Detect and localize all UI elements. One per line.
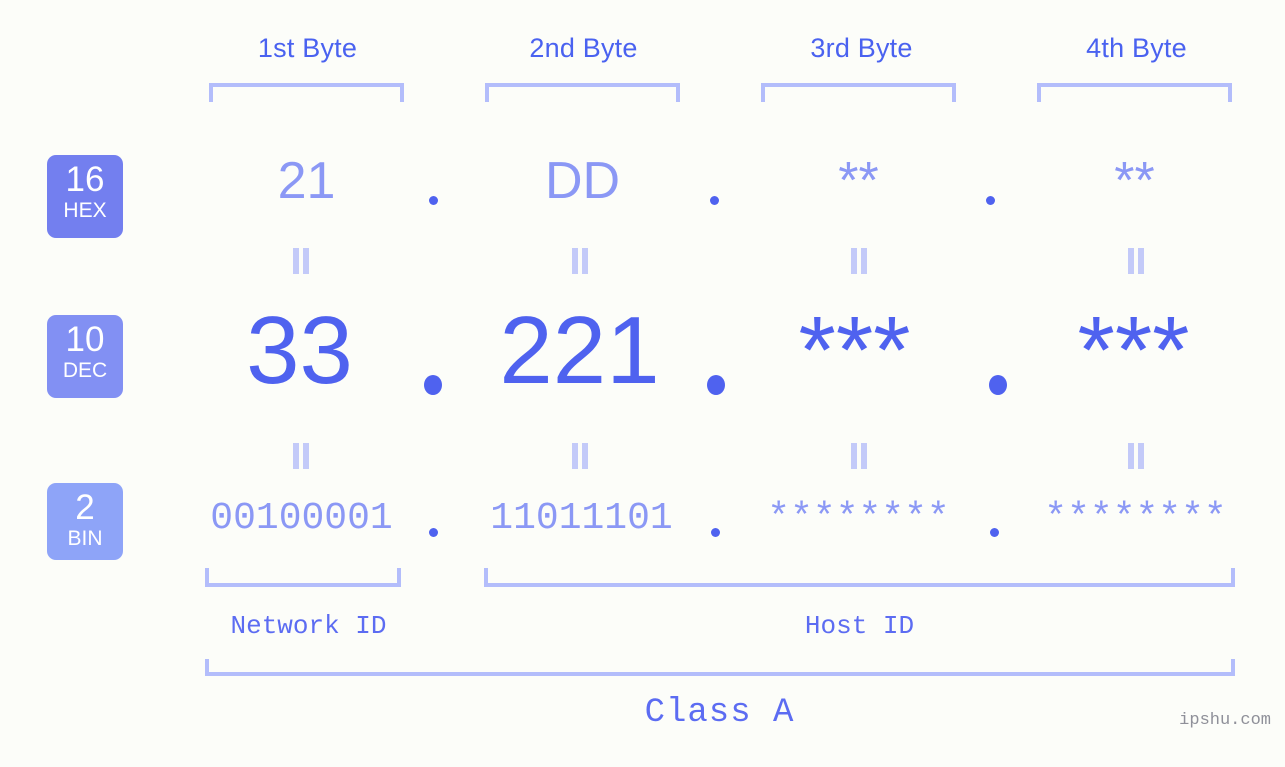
site-watermark: ipshu.com: [1179, 711, 1271, 730]
bin-byte-2: 11011101: [490, 497, 673, 540]
bin-byte-3: ********: [767, 497, 950, 540]
host-id-label: Host ID: [804, 611, 915, 641]
bin-byte-4: ********: [1044, 497, 1227, 540]
bin-byte-1: 00100001: [210, 497, 393, 540]
hex-separator-dot-3: [986, 196, 995, 205]
ip-byte-breakdown-figure: 1st Byte 2nd Byte 3rd Byte 4th Byte 16 H…: [0, 0, 1285, 767]
dec-byte-2: 221: [499, 297, 660, 404]
hex-separator-dot-1: [429, 196, 438, 205]
dec-separator-dot-1: [424, 375, 442, 395]
hex-separator-dot-2: [710, 196, 719, 205]
base-badge-dec-name: DEC: [62, 359, 108, 382]
host-id-bracket: [484, 568, 1235, 587]
byte-header-4: 4th Byte: [1086, 33, 1187, 63]
network-id-label: Network ID: [230, 611, 387, 641]
network-id-bracket: [205, 568, 401, 587]
byte-bracket-top-1: [209, 83, 404, 102]
dec-separator-dot-3: [989, 375, 1007, 395]
dec-separator-dot-2: [707, 375, 725, 395]
base-badge-bin: 2 BIN: [47, 483, 123, 560]
byte-bracket-top-2: [485, 83, 680, 102]
equals-mark-hexdec-2: [571, 248, 589, 274]
base-badge-dec: 10 DEC: [47, 315, 123, 398]
hex-byte-3: **: [838, 152, 879, 210]
dec-byte-4: ***: [1077, 297, 1190, 404]
equals-mark-decbin-4: [1127, 443, 1145, 469]
base-badge-dec-number: 10: [65, 320, 105, 359]
class-label: Class A: [644, 694, 795, 732]
base-badge-hex: 16 HEX: [47, 155, 123, 238]
byte-bracket-top-3: [761, 83, 956, 102]
class-bracket: [205, 659, 1235, 676]
equals-mark-decbin-3: [850, 443, 868, 469]
equals-mark-decbin-1: [292, 443, 310, 469]
dec-byte-1: 33: [246, 297, 353, 404]
equals-mark-hexdec-4: [1127, 248, 1145, 274]
base-badge-hex-name: HEX: [63, 199, 107, 222]
bin-separator-dot-3: [990, 528, 999, 537]
byte-bracket-top-4: [1037, 83, 1232, 102]
base-badge-bin-name: BIN: [67, 527, 103, 550]
equals-mark-decbin-2: [571, 443, 589, 469]
hex-byte-1: 21: [277, 152, 336, 210]
equals-mark-hexdec-3: [850, 248, 868, 274]
base-badge-hex-number: 16: [65, 160, 105, 199]
bin-separator-dot-1: [429, 528, 438, 537]
hex-byte-2: DD: [544, 152, 621, 210]
byte-header-1: 1st Byte: [257, 33, 358, 63]
hex-byte-4: **: [1114, 152, 1155, 210]
byte-header-2: 2nd Byte: [529, 33, 638, 63]
base-badge-bin-number: 2: [75, 488, 95, 527]
byte-header-3: 3rd Byte: [810, 33, 913, 63]
bin-separator-dot-2: [711, 528, 720, 537]
equals-mark-hexdec-1: [292, 248, 310, 274]
dec-byte-3: ***: [798, 297, 911, 404]
